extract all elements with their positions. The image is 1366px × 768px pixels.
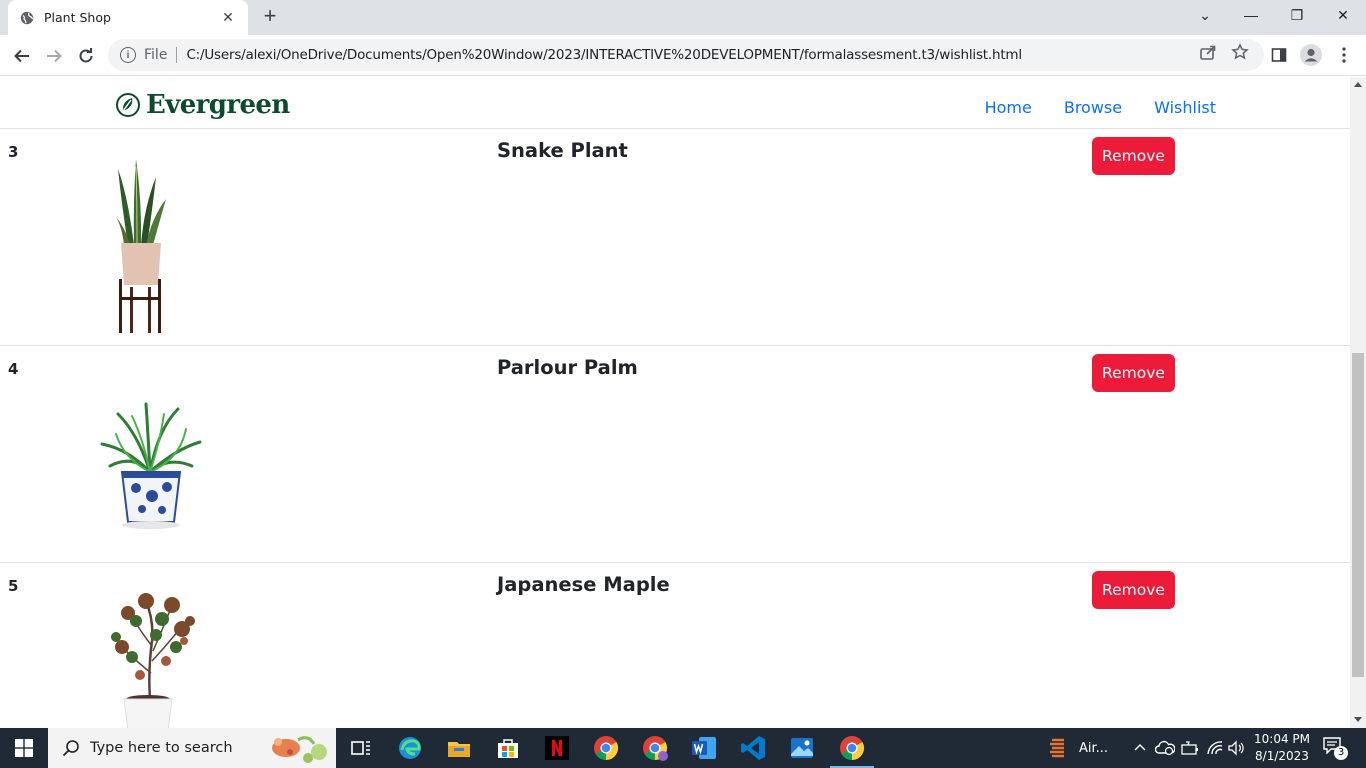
- speaker-icon[interactable]: [1227, 740, 1245, 756]
- leaf-logo-icon: [116, 93, 140, 117]
- back-button[interactable]: [8, 42, 36, 70]
- brand-logo[interactable]: Evergreen: [116, 90, 290, 120]
- nav-link-browse[interactable]: Browse: [1064, 98, 1122, 117]
- new-tab-button[interactable]: +: [258, 5, 282, 29]
- arrow-left-icon: [14, 49, 29, 63]
- windows-logo-icon: [15, 739, 33, 757]
- scroll-down-arrow-icon[interactable]: [1354, 717, 1362, 722]
- remove-button[interactable]: Remove: [1092, 354, 1175, 392]
- wishlist-row: 3 Snake Plant Remove: [0, 129, 1350, 346]
- scheme-label: File: [144, 47, 168, 63]
- item-name: Japanese Maple: [497, 573, 670, 596]
- share-icon[interactable]: [1199, 43, 1217, 61]
- microsoft-store-icon[interactable]: [494, 734, 522, 762]
- word-icon[interactable]: [690, 734, 718, 762]
- clock-date: 8/1/2023: [1255, 749, 1309, 763]
- wifi-icon[interactable]: [1206, 740, 1224, 756]
- side-panel-icon: [1271, 48, 1287, 62]
- windows-taskbar: Type here to search Air... 10:04 PM 8/1/…: [0, 728, 1366, 768]
- browser-tab[interactable]: Plant Shop ✕: [8, 0, 248, 35]
- notification-center-button[interactable]: 3: [1322, 736, 1348, 760]
- start-button[interactable]: [0, 728, 48, 768]
- arrow-right-icon: [47, 49, 62, 63]
- parlour-palm-image: [100, 402, 202, 529]
- reload-icon: [79, 48, 93, 63]
- url-text[interactable]: C:/Users/alexi/OneDrive/Documents/Open%2…: [186, 47, 1022, 63]
- search-placeholder: Type here to search: [90, 740, 233, 756]
- system-clock[interactable]: 10:04 PM 8/1/2023: [1252, 731, 1312, 765]
- page-viewport: Evergreen Home Browse Wishlist 3 Snake P…: [0, 77, 1350, 728]
- battery-icon[interactable]: [1181, 740, 1199, 756]
- item-number: 5: [8, 577, 19, 595]
- menu-button[interactable]: [1333, 44, 1355, 66]
- restore-button[interactable]: ❐: [1274, 0, 1320, 30]
- chrome-icon: [840, 736, 865, 760]
- chevron-up-icon[interactable]: [1134, 742, 1146, 752]
- search-icon: [62, 740, 79, 757]
- air-quality-icon: [1050, 738, 1064, 758]
- profile-button[interactable]: [1300, 44, 1322, 66]
- brand-name: Evergreen: [146, 90, 290, 120]
- chrome-profile-icon[interactable]: [641, 734, 669, 762]
- vscode-icon[interactable]: [739, 734, 767, 762]
- info-icon[interactable]: i: [120, 47, 136, 63]
- more-vert-icon: [1342, 47, 1346, 63]
- reload-button[interactable]: [72, 42, 100, 70]
- onedrive-icon[interactable]: [1155, 740, 1175, 756]
- netflix-icon[interactable]: [543, 734, 571, 762]
- tab-title: Plant Shop: [44, 10, 111, 25]
- remove-button[interactable]: Remove: [1092, 571, 1175, 609]
- address-bar[interactable]: i File C:/Users/alexi/OneDrive/Documents…: [108, 39, 1264, 71]
- weather-widget[interactable]: Air...: [1046, 728, 1108, 768]
- search-highlight-illustration-icon: [272, 736, 327, 763]
- scroll-up-arrow-icon[interactable]: [1354, 82, 1362, 87]
- tab-search-chevron-icon[interactable]: ⌄: [1182, 0, 1228, 30]
- scrollbar-thumb[interactable]: [1352, 353, 1364, 677]
- file-explorer-icon[interactable]: [445, 734, 473, 762]
- weather-label: Air...: [1079, 740, 1109, 756]
- nav-link-wishlist[interactable]: Wishlist: [1154, 98, 1216, 117]
- profile-avatar-icon: [1300, 44, 1322, 66]
- notification-badge: 3: [1334, 746, 1348, 760]
- globe-icon: [20, 11, 34, 24]
- item-number: 3: [8, 143, 19, 161]
- side-panel-button[interactable]: [1268, 44, 1290, 66]
- japanese-maple-image: [111, 593, 195, 728]
- forward-button[interactable]: [40, 42, 68, 70]
- item-name: Parlour Palm: [497, 356, 638, 379]
- edge-browser-icon[interactable]: [396, 734, 424, 762]
- bookmark-star-icon[interactable]: [1231, 43, 1249, 61]
- browser-toolbar: i File C:/Users/alexi/OneDrive/Documents…: [0, 35, 1366, 76]
- wishlist-row: 5 Japanese Maple Remove: [0, 563, 1350, 728]
- item-name: Snake Plant: [497, 139, 628, 162]
- chrome-icon[interactable]: [592, 734, 620, 762]
- tab-close-icon[interactable]: ✕: [220, 9, 236, 26]
- chrome-active-app[interactable]: [830, 734, 874, 768]
- taskbar-search[interactable]: Type here to search: [48, 728, 336, 768]
- minimize-button[interactable]: —: [1228, 0, 1274, 30]
- wishlist-row: 4 Parlour Palm Remove: [0, 346, 1350, 563]
- task-view-icon[interactable]: [347, 734, 375, 762]
- photos-icon[interactable]: [788, 734, 816, 762]
- nav-links: Home Browse Wishlist: [985, 98, 1216, 117]
- clock-time: 10:04 PM: [1254, 732, 1310, 746]
- site-navbar: Evergreen Home Browse Wishlist: [0, 77, 1350, 129]
- item-number: 4: [8, 360, 19, 378]
- remove-button[interactable]: Remove: [1092, 137, 1175, 175]
- page-scrollbar[interactable]: [1350, 77, 1366, 728]
- snake-plant-image: [116, 159, 166, 333]
- nav-link-home[interactable]: Home: [985, 98, 1032, 117]
- close-window-button[interactable]: ✕: [1320, 0, 1366, 30]
- divider: [176, 47, 178, 63]
- tab-strip: Plant Shop ✕ + ⌄ — ❐ ✕: [0, 0, 1366, 35]
